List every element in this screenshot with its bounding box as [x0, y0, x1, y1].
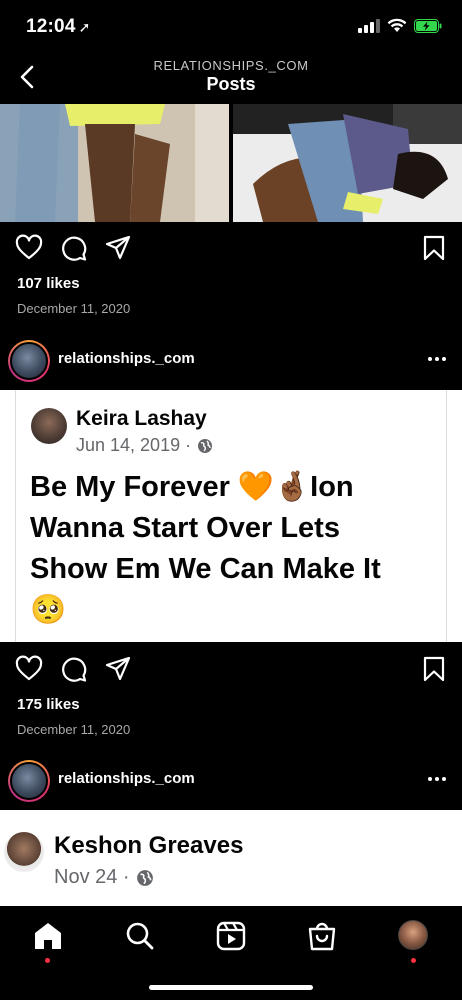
fb-post-date: Nov 24 · [54, 866, 130, 888]
clock-text: 12:04 [26, 16, 76, 37]
post-image-collage[interactable] [0, 104, 462, 222]
fb-post-date: Jun 14, 2019 · [76, 435, 192, 455]
post-header: relationships._com [0, 336, 462, 386]
post-date: December 11, 2020 [17, 722, 131, 737]
post-actions [0, 230, 462, 266]
bottom-nav [0, 906, 462, 1000]
likes-count[interactable]: 107 likes [17, 275, 80, 292]
status-icons [358, 18, 442, 33]
search-icon[interactable] [122, 918, 158, 954]
cellular-signal-icon [358, 18, 380, 33]
comment-icon[interactable] [59, 234, 87, 262]
bookmark-icon[interactable] [420, 655, 448, 683]
send-icon[interactable] [104, 234, 132, 262]
battery-charging-icon [414, 18, 442, 33]
send-icon[interactable] [104, 655, 132, 683]
page-title: Posts [206, 74, 256, 94]
profile-notification-dot [411, 958, 416, 963]
more-options-icon[interactable] [426, 348, 448, 370]
post-photo-left [0, 104, 229, 222]
reels-icon[interactable] [213, 918, 249, 954]
fb-post-text-line-4: 🥺 [30, 594, 67, 626]
post-image[interactable]: Keshon Greaves Nov 24 · [0, 810, 462, 906]
fb-post-text-line-2: Wanna Start Over Lets [30, 512, 340, 544]
shop-icon[interactable] [304, 918, 340, 954]
posts-header: RELATIONSHIPS._COM Posts [0, 56, 462, 104]
heart-icon[interactable] [15, 655, 43, 683]
fb-post-meta: Jun 14, 2019 · [76, 435, 213, 456]
globe-icon [198, 438, 213, 453]
wifi-icon [387, 18, 407, 32]
profile-avatar[interactable] [398, 920, 428, 950]
home-icon[interactable] [30, 918, 66, 954]
avatar[interactable] [8, 760, 50, 802]
likes-count[interactable]: 175 likes [17, 696, 80, 713]
home-notification-dot [45, 958, 50, 963]
bookmark-icon[interactable] [420, 234, 448, 262]
fb-post-text-line-3: Show Em We Can Make It [30, 553, 381, 585]
globe-icon [136, 869, 153, 886]
post-date: December 11, 2020 [17, 301, 131, 316]
fb-avatar [31, 408, 67, 444]
facebook-post-screenshot: Keira Lashay Jun 14, 2019 · Be My Foreve… [15, 390, 447, 642]
fb-author-name: Keshon Greaves [54, 832, 244, 859]
more-options-icon[interactable] [426, 768, 448, 790]
status-bar: 12:04 ➚ [0, 0, 462, 56]
post-actions [0, 651, 462, 687]
fb-author-name: Keira Lashay [76, 407, 207, 430]
account-handle: RELATIONSHIPS._COM [153, 58, 309, 73]
post-image[interactable]: Keira Lashay Jun 14, 2019 · Be My Foreve… [0, 390, 462, 642]
username[interactable]: relationships._com [58, 350, 195, 367]
comment-icon[interactable] [59, 655, 87, 683]
username[interactable]: relationships._com [58, 770, 195, 787]
fb-post-text-line-1: Be My Forever 🧡🤞🏾Ion [30, 471, 354, 503]
post-header: relationships._com [0, 756, 462, 806]
post-photo-right [233, 104, 462, 222]
avatar[interactable] [8, 340, 50, 382]
location-arrow-icon: ➚ [78, 19, 91, 35]
status-time: 12:04 ➚ [26, 16, 91, 38]
fb-post-meta: Nov 24 · [54, 866, 154, 889]
fb-avatar [4, 832, 44, 872]
home-indicator[interactable] [149, 985, 313, 990]
heart-icon[interactable] [15, 234, 43, 262]
